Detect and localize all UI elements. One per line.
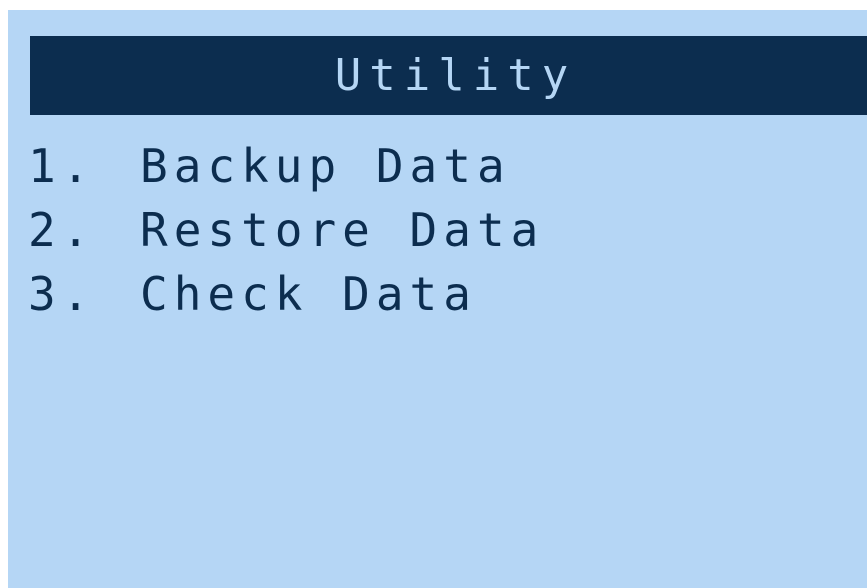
screen-title: Utility [334,49,577,101]
menu-item-number: 1. [28,139,96,193]
menu-item-label: Check Data [140,267,477,321]
menu-item-number: 3. [28,267,96,321]
menu-item-restore-data[interactable]: 2. Restore Data [28,198,544,262]
menu-item-check-data[interactable]: 3. Check Data [28,262,544,326]
menu-item-label: Restore Data [140,203,545,257]
utility-menu: 1. Backup Data 2. Restore Data 3. Check … [28,134,544,326]
lcd-screen: Utility 1. Backup Data 2. Restore Data 3… [8,10,867,588]
menu-item-label: Backup Data [140,139,511,193]
menu-item-number: 2. [28,203,96,257]
menu-item-backup-data[interactable]: 1. Backup Data [28,134,544,198]
title-bar: Utility [30,36,867,115]
